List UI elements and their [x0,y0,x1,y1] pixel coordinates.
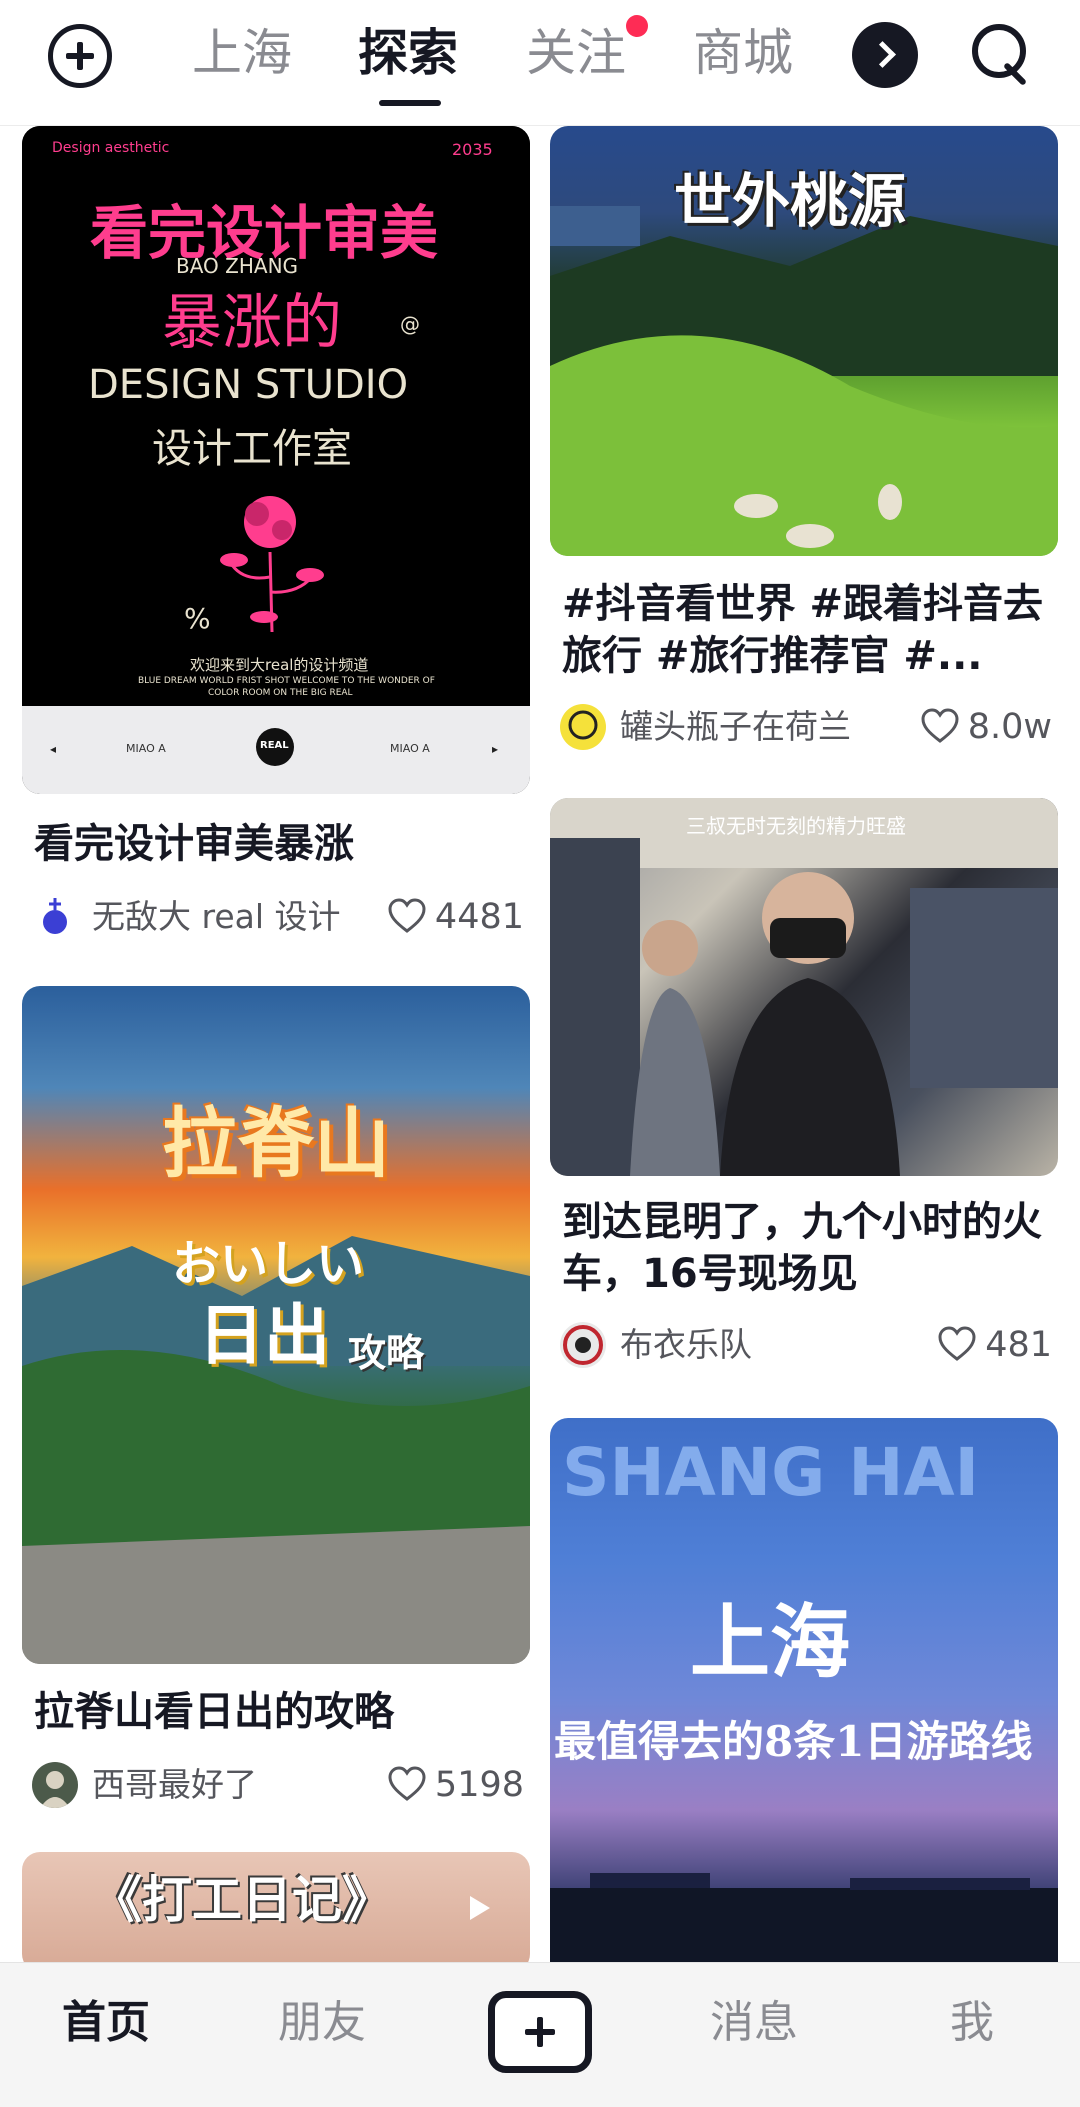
heart-icon[interactable] [387,897,427,935]
card-meta: 罐头瓶子在荷兰 8.0w [560,702,1058,752]
cover-sunrise-text: 日出 [198,1297,330,1374]
like-count: 8.0w [967,707,1052,747]
cover-cn-subtitle: 最值得去的8条1日游路线 [554,1717,1033,1766]
feed-card[interactable]: 世外桃源 #抖音看世界 #跟着抖音去旅行 #旅行推荐官 #... 罐头瓶子在荷兰… [550,126,1058,750]
card-cover-image[interactable]: 世外桃源 [550,126,1058,556]
search-icon[interactable] [968,20,1038,90]
card-cover-image[interactable]: Design aesthetic 2035 看完设计审美 BAO ZHANG 暴… [22,126,530,794]
tab-following[interactable]: 关注 [526,18,626,88]
heart-icon[interactable] [937,1325,977,1363]
poster-tagline-1: BLUE DREAM WORLD FRIST SHOT WELCOME TO T… [138,676,435,686]
author-avatar[interactable] [560,704,606,750]
like-count: 5198 [434,1765,524,1805]
design-poster: Design aesthetic 2035 看完设计审美 BAO ZHANG 暴… [22,126,530,706]
card-meta: 无敌大 real 设计 4481 [32,892,530,942]
author-avatar[interactable] [32,894,78,940]
create-post-icon[interactable] [488,1991,592,2073]
cover-cn-title: 上海 [690,1595,850,1689]
poster-tagline-2: COLOR ROOM ON THE BIG REAL [208,688,353,698]
right-triangle-icon: ▸ [492,742,499,756]
chevron-right-icon[interactable] [852,22,918,88]
card-meta: 西哥最好了 5198 [32,1760,530,1810]
heart-icon[interactable] [920,707,960,745]
author-avatar[interactable] [32,1762,78,1808]
poster-welcome: 欢迎来到大real的设计频道 [190,656,369,674]
cover-guide-text: 攻略 [348,1331,425,1375]
explore-feed[interactable]: Design aesthetic 2035 看完设计审美 BAO ZHANG 暴… [0,126,1080,1962]
rose-illustration [220,496,324,633]
like-count: 4481 [434,897,524,937]
cover-overlay-text: 三叔无时无刻的精力旺盛 [686,814,906,838]
cover-en-text: SHANG HAI [562,1434,980,1511]
add-circle-icon[interactable] [48,24,112,88]
card-title[interactable]: 看完设计审美暴涨 [34,818,524,874]
bottom-navigation-bar: 首页 朋友 消息 我 [0,1962,1080,2107]
card-title[interactable]: 到达昆明了，九个小时的火车，16号现场见 [562,1196,1052,1300]
feed-card[interactable]: 《打工日记》 [22,1852,530,1962]
left-triangle-icon: ◂ [50,742,57,756]
poster-at-sign: @ [400,312,420,336]
poster-brand-text: Design aesthetic [52,140,170,156]
heart-icon[interactable] [387,1765,427,1803]
nav-me[interactable]: 我 [950,1993,994,2053]
card-cover-image[interactable]: 三叔无时无刻的精力旺盛 [550,798,1058,1176]
poster-percent: % [184,602,211,635]
author-name[interactable]: 布衣乐队 [620,1320,752,1370]
card-meta: 布衣乐队 481 [560,1320,1058,1370]
nav-home[interactable]: 首页 [62,1993,150,2053]
author-name[interactable]: 西哥最好了 [92,1760,257,1810]
author-avatar[interactable] [560,1322,606,1368]
tab-mall[interactable]: 商城 [693,18,793,88]
train-interior-photo [550,798,1058,1176]
notification-dot [626,15,648,37]
like-counter[interactable]: 5198 [387,1760,526,1810]
nav-friends[interactable]: 朋友 [278,1993,366,2053]
card-cover-image[interactable]: SHANG HAI 上海 最值得去的8条1日游路线 [550,1418,1058,1962]
like-counter[interactable]: 481 [937,1320,1054,1370]
poster-headline-2: 暴涨的 [162,288,342,358]
douyin-explore-screen: 上海 探索 关注 商城 Design aesthetic 2035 看完设计审美… [0,0,1080,2107]
poster-year-text: 2035 [452,140,493,159]
real-badge-text: REAL [260,740,289,751]
cover-overlay-text: 世外桃源 [674,167,907,235]
poster-footer-strip: ◂ MIAO A REAL MIAO A ▸ [22,706,530,794]
top-navigation-bar: 上海 探索 关注 商城 [0,0,1080,126]
card-title[interactable]: #抖音看世界 #跟着抖音去旅行 #旅行推荐官 #... [562,578,1052,682]
tab-shanghai[interactable]: 上海 [192,18,292,88]
poster-studio-cn: 设计工作室 [152,426,352,472]
strip-right-label: MIAO A [390,742,430,755]
feed-card[interactable]: 拉脊山 おいしい 日出 攻略 拉脊山看日出的攻略 西哥最好了 5198 [22,986,530,1826]
feed-card[interactable]: 三叔无时无刻的精力旺盛 到达昆明了，九个小时的火车，16号现场见 布衣乐队 48… [550,798,1058,1368]
like-counter[interactable]: 8.0w [920,702,1054,752]
like-count: 481 [985,1325,1052,1365]
card-title[interactable]: 拉脊山看日出的攻略 [34,1686,524,1742]
tab-explore[interactable]: 探索 [358,18,458,88]
play-icon [470,1896,490,1920]
feed-card[interactable]: SHANG HAI 上海 最值得去的8条1日游路线 [550,1418,1058,1962]
nav-messages[interactable]: 消息 [710,1993,798,2053]
author-name[interactable]: 罐头瓶子在荷兰 [620,702,851,752]
card-cover-image[interactable]: 拉脊山 おいしい 日出 攻略 [22,986,530,1664]
strip-left-label: MIAO A [126,742,166,755]
card-cover-image[interactable]: 《打工日记》 [22,1852,530,1962]
cover-title-text: 拉脊山 [162,1099,390,1188]
real-badge-icon: REAL [256,728,294,766]
cover-overlay-text: 《打工日记》 [92,1871,392,1929]
author-name[interactable]: 无敌大 real 设计 [92,892,341,942]
feed-card[interactable]: Design aesthetic 2035 看完设计审美 BAO ZHANG 暴… [22,126,530,956]
active-tab-indicator [379,100,441,106]
like-counter[interactable]: 4481 [387,892,526,942]
poster-studio-en: DESIGN STUDIO [88,362,409,408]
